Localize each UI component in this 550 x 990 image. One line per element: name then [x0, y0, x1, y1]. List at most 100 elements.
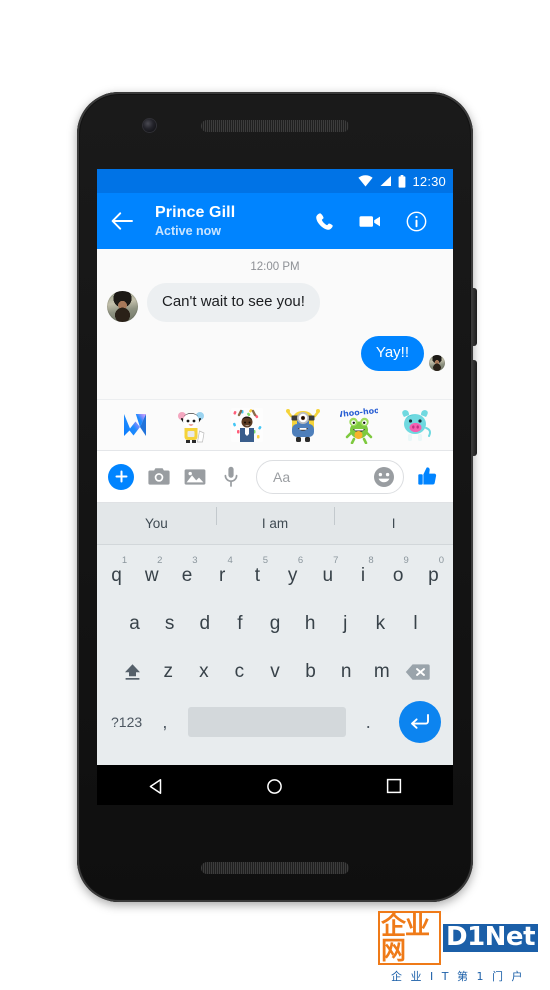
- watermark-cn-name: 企业网: [378, 911, 441, 965]
- phone-icon: [315, 212, 333, 230]
- power-button[interactable]: [472, 288, 477, 346]
- key-u[interactable]: 7u: [310, 554, 345, 598]
- add-attachment-button[interactable]: [108, 463, 134, 490]
- video-camera-icon: [359, 215, 380, 227]
- gallery-icon: [184, 468, 206, 485]
- key-j[interactable]: j: [328, 602, 363, 646]
- camera-icon: [148, 468, 170, 485]
- key-z[interactable]: z: [150, 650, 186, 694]
- backspace-key[interactable]: [400, 650, 436, 694]
- space-key[interactable]: [187, 707, 346, 737]
- watermark: 企业网 D1Net 企 业 I T 第 1 门 户: [378, 911, 538, 984]
- key-a[interactable]: a: [117, 602, 152, 646]
- camera-button[interactable]: [142, 460, 176, 494]
- avatar: [429, 355, 445, 371]
- keyboard-row-1: 1q 2w 3e 4r 5t 6y 7u 8i 9o 0p: [99, 552, 451, 600]
- thread-timestamp: 12:00 PM: [250, 261, 300, 273]
- key-e[interactable]: 3e: [169, 554, 204, 598]
- key-r[interactable]: 4r: [205, 554, 240, 598]
- confetti-person-icon: [231, 408, 263, 442]
- backspace-icon: [405, 664, 430, 680]
- suggestion-item[interactable]: You: [97, 516, 216, 531]
- key-o[interactable]: 9o: [381, 554, 416, 598]
- gallery-button[interactable]: [178, 460, 212, 494]
- key-number: 5: [262, 555, 268, 566]
- nav-recents-button[interactable]: [364, 778, 424, 794]
- phone-device: 12:30 Prince Gill Active now 12:00 PM Ca…: [77, 92, 477, 902]
- key-number: 9: [403, 555, 409, 566]
- key-d[interactable]: d: [187, 602, 222, 646]
- key-label: e: [181, 565, 193, 586]
- comma-key[interactable]: ,: [152, 712, 178, 733]
- key-m[interactable]: m: [364, 650, 400, 694]
- wifi-icon: [358, 175, 374, 187]
- key-f[interactable]: f: [222, 602, 257, 646]
- svg-text:Whoo-hoo!: Whoo-hoo!: [340, 406, 378, 420]
- confetti-celebration-sticker[interactable]: [228, 406, 266, 444]
- whoo-hoo-frog-sticker[interactable]: Whoo-hoo!: [334, 405, 384, 445]
- suggestion-item[interactable]: I am: [215, 507, 335, 531]
- key-b[interactable]: b: [293, 650, 329, 694]
- signal-icon: [380, 176, 392, 186]
- front-camera-icon: [143, 119, 156, 132]
- key-i[interactable]: 8i: [345, 554, 380, 598]
- conversation-info-button[interactable]: [393, 211, 439, 232]
- voice-call-button[interactable]: [301, 212, 347, 231]
- earpiece-speaker-icon: [201, 120, 349, 132]
- peer-info[interactable]: Prince Gill Active now: [141, 204, 301, 239]
- keyboard-row-3: z x c v b n m: [99, 648, 451, 696]
- volume-button[interactable]: [472, 360, 477, 456]
- key-label: t: [254, 565, 261, 586]
- key-q[interactable]: 1q: [99, 554, 134, 598]
- watermark-logo: 企业网 D1Net: [378, 911, 538, 965]
- key-g[interactable]: g: [257, 602, 292, 646]
- back-arrow-icon: [111, 212, 133, 230]
- blue-cow-sticker[interactable]: [396, 406, 434, 444]
- status-bar: 12:30: [97, 169, 453, 193]
- like-button[interactable]: [412, 466, 442, 487]
- key-t[interactable]: 5t: [240, 554, 275, 598]
- enter-key[interactable]: [398, 701, 441, 743]
- microphone-icon: [224, 466, 238, 487]
- key-number: 4: [227, 555, 233, 566]
- key-w[interactable]: 2w: [134, 554, 169, 598]
- key-l[interactable]: l: [398, 602, 433, 646]
- whoo-hoo-frog-icon: Whoo-hoo!: [334, 405, 384, 445]
- thumbs-up-icon: [417, 467, 436, 485]
- key-y[interactable]: 6y: [275, 554, 310, 598]
- messenger-logo-sticker[interactable]: [116, 406, 154, 444]
- key-x[interactable]: x: [186, 650, 222, 694]
- message-composer: Aa: [97, 451, 453, 503]
- key-p[interactable]: 0p: [416, 554, 451, 598]
- period-key[interactable]: .: [355, 712, 381, 733]
- back-button[interactable]: [111, 212, 141, 230]
- nav-recents-square-icon: [386, 778, 401, 794]
- message-bubble-outgoing[interactable]: Yay!!: [360, 336, 424, 371]
- key-h[interactable]: h: [293, 602, 328, 646]
- nav-home-button[interactable]: [245, 778, 305, 795]
- key-v[interactable]: v: [257, 650, 293, 694]
- voice-record-button[interactable]: [214, 460, 248, 494]
- key-number: 0: [438, 555, 445, 566]
- messenger-logo-icon: [124, 414, 146, 436]
- key-label: u: [322, 565, 334, 586]
- message-input[interactable]: Aa: [256, 459, 404, 494]
- message-bubble-incoming[interactable]: Can't wait to see you!: [147, 283, 320, 322]
- key-k[interactable]: k: [363, 602, 398, 646]
- cheering-boy-icon: [178, 412, 205, 443]
- shift-key[interactable]: [115, 650, 151, 694]
- cheering-boy-sticker[interactable]: [172, 406, 210, 444]
- key-n[interactable]: n: [328, 650, 364, 694]
- message-row-incoming: Can't wait to see you!: [97, 283, 453, 322]
- key-number: 6: [297, 555, 304, 566]
- key-c[interactable]: c: [222, 650, 258, 694]
- minion-sticker[interactable]: [284, 406, 322, 444]
- nav-back-button[interactable]: [126, 778, 186, 795]
- keyboard-suggestion-bar: You I am I: [97, 503, 453, 545]
- video-call-button[interactable]: [347, 214, 393, 229]
- smiley-icon[interactable]: [373, 466, 395, 488]
- key-s[interactable]: s: [152, 602, 187, 646]
- suggestion-item[interactable]: I: [334, 507, 453, 531]
- peer-name: Prince Gill: [155, 203, 236, 221]
- symbols-key[interactable]: ?123: [111, 714, 142, 730]
